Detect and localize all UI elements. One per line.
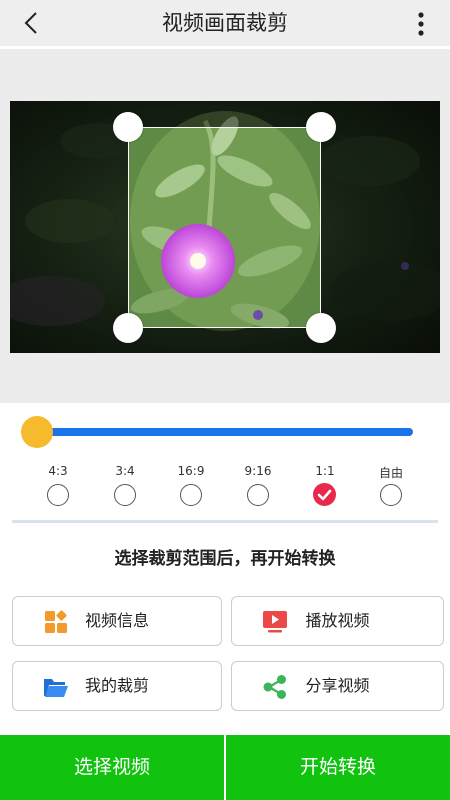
my-crops-button[interactable]: 我的裁剪 xyxy=(12,661,222,711)
share-video-button[interactable]: 分享视频 xyxy=(231,661,444,711)
crop-handle-bottom-right[interactable] xyxy=(306,313,336,343)
video-info-label: 视频信息 xyxy=(84,611,149,630)
my-crops-label: 我的裁剪 xyxy=(84,676,149,695)
crop-frame[interactable] xyxy=(128,127,321,328)
ratio-label-9-16: 9:16 xyxy=(244,464,272,478)
timeline-slider-track[interactable] xyxy=(38,428,413,436)
ratio-radio-4-3[interactable] xyxy=(47,484,69,506)
crop-handle-top-right[interactable] xyxy=(306,112,336,142)
share-video-label: 分享视频 xyxy=(305,676,370,695)
crop-handle-bottom-left[interactable] xyxy=(113,313,143,343)
top-bar: 视频画面裁剪 xyxy=(0,0,450,49)
page-title: 视频画面裁剪 xyxy=(162,11,288,35)
start-convert-button[interactable]: 开始转换 xyxy=(226,735,450,800)
ratio-label-16-9: 16:9 xyxy=(177,464,205,478)
ratio-label-free: 自由 xyxy=(378,466,403,480)
video-info-button[interactable]: 视频信息 xyxy=(12,596,222,646)
play-video-button[interactable]: 播放视频 xyxy=(231,596,444,646)
crop-handle-top-left[interactable] xyxy=(113,112,143,142)
ratio-radio-16-9[interactable] xyxy=(180,484,202,506)
ratio-label-3-4: 3:4 xyxy=(115,464,135,478)
ratio-label-4-3: 4:3 xyxy=(48,464,68,478)
more-vertical-icon[interactable] xyxy=(414,11,428,37)
ratio-radio-1-1[interactable] xyxy=(313,483,336,506)
timeline-slider-thumb[interactable] xyxy=(21,416,53,448)
ratio-radio-9-16[interactable] xyxy=(247,484,269,506)
ratio-label-1-1: 1:1 xyxy=(315,464,335,478)
video-preview-area xyxy=(0,49,450,403)
ratio-radio-3-4[interactable] xyxy=(114,484,136,506)
select-video-button[interactable]: 选择视频 xyxy=(0,735,224,800)
back-chevron-icon[interactable] xyxy=(18,9,46,37)
play-video-label: 播放视频 xyxy=(305,611,370,630)
check-icon xyxy=(317,489,332,501)
ratio-radio-free[interactable] xyxy=(380,484,402,506)
section-divider xyxy=(12,520,438,523)
flower-photo xyxy=(10,101,440,353)
hint-text: 选择裁剪范围后，再开始转换 xyxy=(114,549,336,569)
